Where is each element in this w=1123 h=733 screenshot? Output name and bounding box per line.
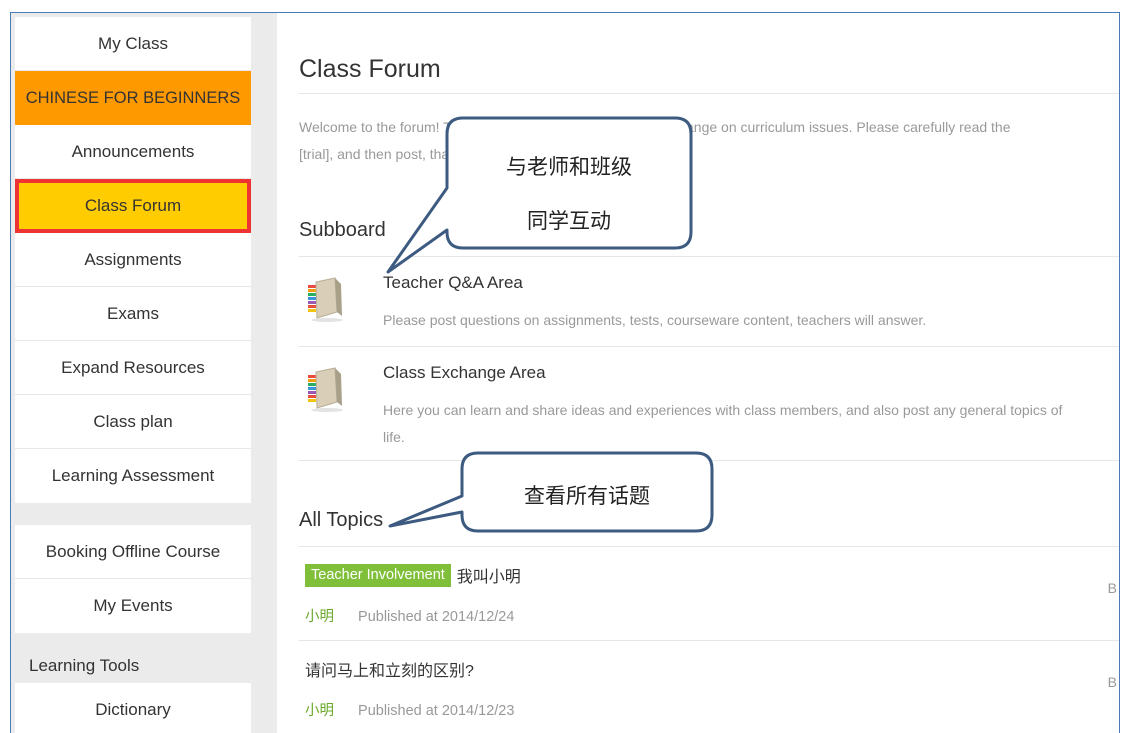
welcome-line-2: [trial], and then post, thank you! (299, 146, 495, 162)
board-description-line: Please post questions on assignments, te… (383, 312, 927, 328)
topic-title[interactable]: 请问马上和立刻的区别? (305, 657, 474, 681)
sidebar-item-exams[interactable]: Exams (15, 287, 251, 341)
topic-published-date: Published at 2014/12/24 (358, 609, 515, 625)
topic-meta: 小明 Published at 2014/12/24 (305, 605, 514, 626)
page-title: Class Forum (299, 55, 441, 83)
board-description: Here you can learn and share ideas and e… (383, 397, 1119, 451)
board-teacher-qa[interactable]: Teacher Q&A Area Please post questions o… (299, 257, 1119, 347)
divider (299, 460, 1119, 461)
board-name[interactable]: Teacher Q&A Area (383, 273, 523, 293)
sidebar-item-booking-offline-course[interactable]: Booking Offline Course (15, 525, 251, 579)
board-description-line: life. (383, 429, 405, 445)
forum-welcome-text: Welcome to the forum! The forum is used … (299, 114, 1119, 168)
board-name[interactable]: Class Exchange Area (383, 363, 546, 383)
sidebar-item-my-class[interactable]: My Class (15, 17, 251, 71)
callout-interact-line-1: 与老师和班级 (506, 155, 632, 179)
topic-row[interactable]: Teacher Involvement 我叫小明 小明 Published at… (299, 547, 1119, 641)
topic-author[interactable]: 小明 (305, 609, 334, 625)
sidebar-item-class-plan[interactable]: Class plan (15, 395, 251, 449)
topic-by-label: B (1107, 674, 1117, 690)
sidebar-item-class-forum-label: Class Forum (15, 178, 251, 233)
callout-interact-line-2: 同学互动 (527, 209, 611, 233)
teacher-involvement-badge: Teacher Involvement (305, 563, 451, 587)
topic-row[interactable]: 请问马上和立刻的区别? 小明 Published at 2014/12/23 B (299, 641, 1119, 733)
main-content: Class Forum Welcome to the forum! The fo… (277, 13, 1119, 733)
all-topics-heading: All Topics (299, 509, 384, 531)
app-frame: My Class CHINESE FOR BEGINNERS Announcem… (10, 12, 1120, 733)
topic-published-date: Published at 2014/12/23 (358, 703, 515, 719)
board-description-line: Here you can learn and share ideas and e… (383, 402, 1063, 418)
sidebar-tools-menu: Dictionary (15, 683, 251, 733)
callout-all-topics-text: 查看所有话题 (524, 484, 650, 508)
sidebar: My Class CHINESE FOR BEGINNERS Announcem… (11, 13, 277, 733)
topic-header: Teacher Involvement 我叫小明 (305, 563, 521, 587)
topic-meta: 小明 Published at 2014/12/23 (305, 699, 514, 720)
welcome-line-1: Welcome to the forum! The forum is used … (299, 119, 1011, 135)
sidebar-item-learning-assessment[interactable]: Learning Assessment (15, 449, 251, 503)
sidebar-item-assignments[interactable]: Assignments (15, 233, 251, 287)
book-icon (308, 277, 343, 322)
topic-title[interactable]: 我叫小明 (457, 563, 521, 587)
sidebar-item-my-events[interactable]: My Events (15, 579, 251, 633)
topic-author[interactable]: 小明 (305, 703, 334, 719)
board-class-exchange[interactable]: Class Exchange Area Here you can learn a… (299, 347, 1119, 461)
board-description: Please post questions on assignments, te… (383, 307, 1119, 334)
sidebar-item-expand-resources[interactable]: Expand Resources (15, 341, 251, 395)
topic-header: 请问马上和立刻的区别? (305, 657, 474, 681)
sidebar-offline-menu: Booking Offline Course My Events (15, 525, 251, 633)
sidebar-item-class-forum[interactable]: Class Forum (15, 178, 251, 233)
book-icon (308, 367, 343, 412)
divider (299, 93, 1119, 94)
sidebar-class-menu: My Class CHINESE FOR BEGINNERS Announcem… (15, 17, 251, 503)
sidebar-item-dictionary[interactable]: Dictionary (15, 683, 251, 733)
sidebar-item-announcements[interactable]: Announcements (15, 125, 251, 179)
learning-tools-heading: Learning Tools (29, 656, 140, 675)
subboard-heading: Subboard (299, 219, 386, 241)
topic-by-label: B (1107, 580, 1117, 596)
sidebar-item-course[interactable]: CHINESE FOR BEGINNERS (15, 71, 251, 125)
